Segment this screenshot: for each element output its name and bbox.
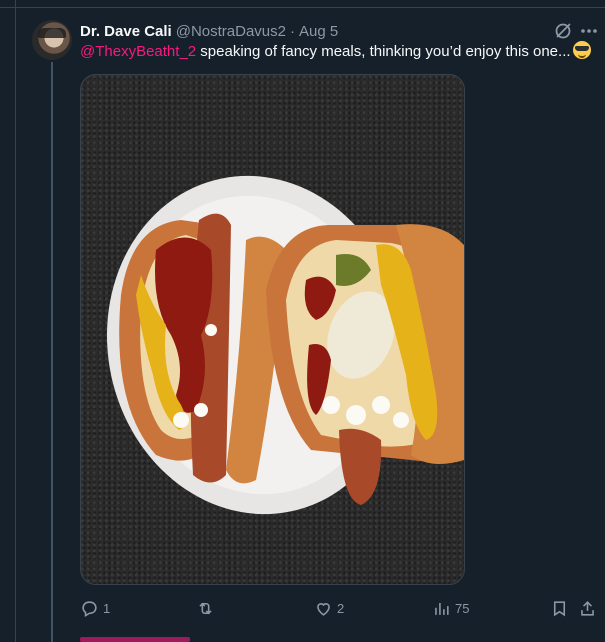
thread-connector-line: [51, 62, 53, 642]
sunglasses-emoji-icon: [572, 41, 591, 59]
tweet-date[interactable]: Aug 5: [299, 23, 338, 40]
like-count: 2: [337, 600, 345, 616]
views-button[interactable]: 75: [432, 597, 469, 619]
timeline-rail: [15, 0, 16, 642]
mention-link[interactable]: @ThexyBeatht_2: [80, 43, 196, 60]
reply-button[interactable]: 1: [80, 597, 110, 619]
grok-icon[interactable]: [553, 21, 573, 41]
bookmark-button[interactable]: [550, 597, 569, 619]
share-icon: [581, 600, 594, 616]
like-button[interactable]: 2: [314, 597, 344, 619]
retweet-icon: [199, 602, 212, 614]
tweet-text: @ThexyBeatht_2 speaking of fancy meals, …: [80, 41, 591, 62]
header-separator: ·: [290, 22, 295, 40]
reply-count: 1: [103, 600, 111, 616]
author-handle[interactable]: @NostraDavus2: [176, 23, 286, 40]
tweet-actions-bar: 1 2 75: [80, 597, 600, 619]
reply-icon: [82, 600, 97, 617]
author-avatar[interactable]: [32, 20, 72, 60]
retweet-button[interactable]: [196, 597, 219, 619]
top-divider: [0, 7, 605, 8]
bookmark-icon: [553, 600, 566, 616]
tweet-photo[interactable]: [80, 74, 465, 585]
view-count: 75: [455, 600, 470, 616]
hot-dog-photo-illustration: [106, 175, 464, 515]
next-tweet-peek: [80, 637, 190, 642]
share-button[interactable]: [578, 597, 597, 619]
heart-icon: [317, 602, 330, 616]
tweet-body-text: speaking of fancy meals, thinking you’d …: [196, 43, 571, 60]
author-name[interactable]: Dr. Dave Cali: [80, 23, 172, 40]
tweet-header: Dr. Dave Cali @NostraDavus2 · Aug 5: [80, 21, 338, 41]
more-options-icon[interactable]: [578, 21, 600, 41]
views-chart-icon: [435, 602, 449, 615]
